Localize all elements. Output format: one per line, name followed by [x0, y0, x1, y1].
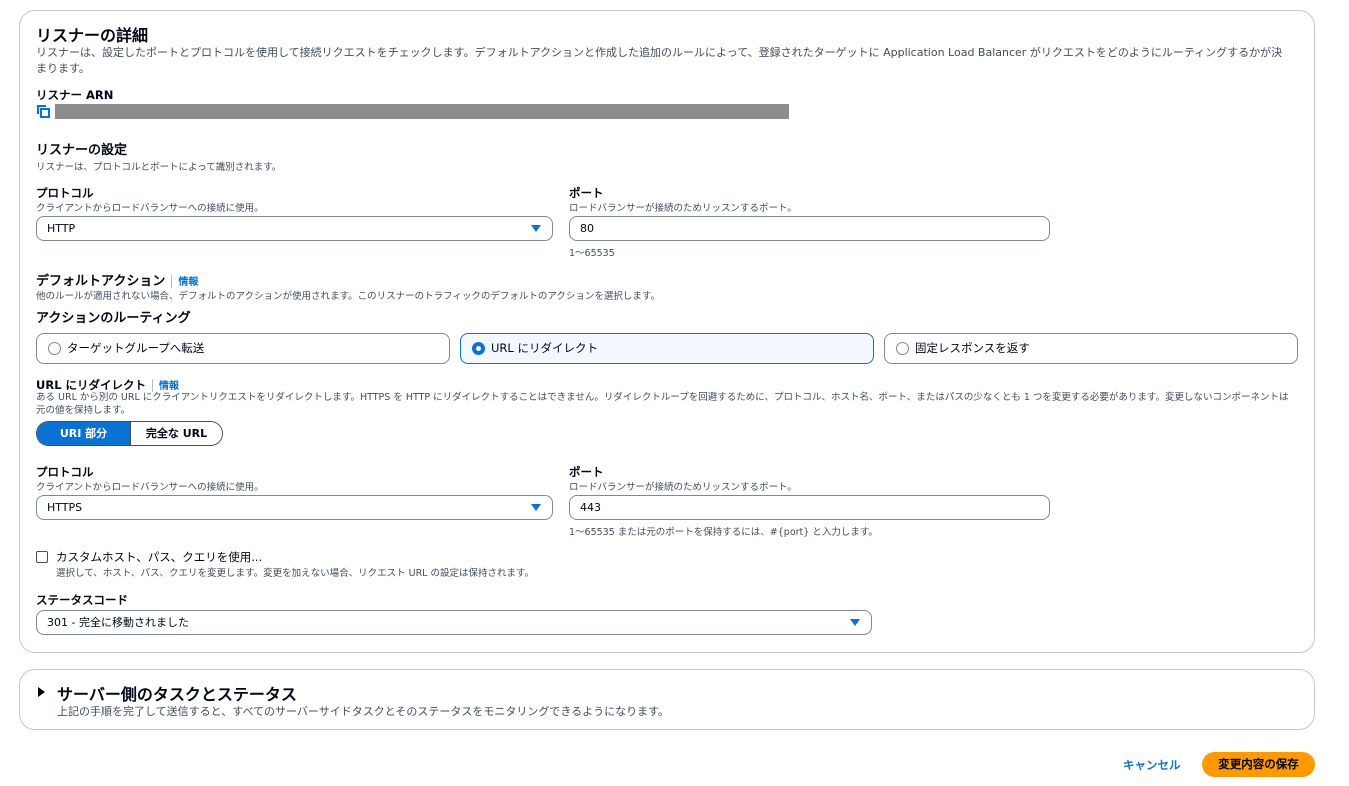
default-action-description: 他のルールが適用されない場合、デフォルトのアクションが使用されます。このリスナー…: [36, 291, 660, 302]
option-redirect-url[interactable]: URL にリダイレクト: [460, 333, 874, 364]
custom-host-path-query-label[interactable]: カスタムホスト、パス、クエリを使用...: [56, 549, 262, 565]
listener-settings-description: リスナーは、プロトコルとポートによって識別されます。: [36, 162, 282, 173]
expand-caret-icon[interactable]: [38, 687, 45, 697]
redirect-port-input[interactable]: 443: [569, 495, 1050, 520]
redirect-mode-segmented-control: URI 部分 完全な URL: [36, 421, 223, 446]
port-description: ロードバランサーが接続のためリッスンするポート。: [569, 203, 797, 214]
redirect-port-hint: 1〜65535 または元のポートを保持するには、#{port} と入力します。: [569, 527, 878, 538]
description-line-1: リスナーは、設定したポートとプロトコルを使用して接続リクエストをチェックします。…: [36, 46, 1283, 59]
listener-arn-label: リスナー ARN: [36, 88, 114, 102]
custom-host-path-query-checkbox[interactable]: [36, 551, 48, 563]
redirect-protocol-description: クライアントからロードバランサーへの接続に使用。: [36, 482, 264, 493]
redirect-protocol-label: プロトコル: [36, 465, 94, 479]
redirect-description-line-2: 元の値を保持します。: [36, 405, 131, 416]
default-action-title: デフォルトアクション: [36, 274, 166, 289]
redirect-port-label: ポート: [569, 465, 604, 479]
listener-protocol-select[interactable]: HTTP: [36, 216, 553, 241]
protocol-description: クライアントからロードバランサーへの接続に使用。: [36, 203, 264, 214]
port-hint: 1〜65535: [569, 248, 615, 259]
option-forward-target-group[interactable]: ターゲットグループへ転送: [36, 333, 450, 364]
copy-icon[interactable]: [37, 105, 50, 118]
option-fixed-response[interactable]: 固定レスポンスを返す: [884, 333, 1298, 364]
caret-down-icon: [531, 225, 541, 232]
radio-icon: [896, 342, 909, 355]
listener-settings-title: リスナーの設定: [36, 143, 128, 158]
server-tasks-title[interactable]: サーバー側のタスクとステータス: [57, 681, 297, 705]
listener-port-input[interactable]: 80: [569, 216, 1050, 241]
radio-icon: [48, 342, 61, 355]
listener-details-description: リスナーは、設定したポートとプロトコルを使用して接続リクエストをチェックします。…: [36, 45, 1296, 77]
caret-down-icon: [531, 504, 541, 511]
default-action-info-link[interactable]: 情報: [178, 277, 198, 288]
redirect-description: ある URL から別の URL にクライアントリクエストをリダイレクトします。H…: [36, 391, 1298, 417]
cancel-button[interactable]: キャンセル: [1123, 757, 1181, 773]
routing-label: アクションのルーティング: [36, 311, 191, 326]
redirect-title: URL にリダイレクト: [36, 378, 147, 392]
redirect-protocol-select[interactable]: HTTPS: [36, 495, 553, 520]
option-label: URL にリダイレクト: [491, 341, 598, 355]
status-code-value: 301 - 完全に移動されました: [47, 616, 189, 629]
redirect-protocol-value: HTTPS: [47, 501, 83, 514]
save-changes-button[interactable]: 変更内容の保存: [1202, 752, 1315, 777]
description-line-2: まります。: [36, 62, 90, 75]
listener-arn-redacted: [55, 104, 789, 119]
port-label: ポート: [569, 186, 604, 200]
default-action-header: デフォルトアクション 情報: [36, 270, 198, 289]
protocol-label: プロトコル: [36, 186, 94, 200]
option-label: ターゲットグループへ転送: [67, 341, 205, 355]
custom-host-path-query-description: 選択して、ホスト、パス、クエリを変更します。変更を加えない場合、リクエスト UR…: [56, 568, 535, 579]
status-code-label: ステータスコード: [36, 593, 128, 607]
option-label: 固定レスポンスを返す: [915, 341, 1030, 355]
listener-details-title: リスナーの詳細: [36, 26, 149, 45]
caret-down-icon: [850, 619, 860, 626]
segment-uri-parts[interactable]: URI 部分: [37, 422, 130, 445]
listener-protocol-value: HTTP: [47, 222, 76, 235]
redirect-port-description: ロードバランサーが接続のためリッスンするポート。: [569, 482, 797, 493]
status-code-select[interactable]: 301 - 完全に移動されました: [36, 610, 872, 635]
segment-full-url[interactable]: 完全な URL: [130, 422, 222, 445]
radio-selected-icon: [472, 342, 485, 355]
redirect-description-line-1: ある URL から別の URL にクライアントリクエストをリダイレクトします。H…: [36, 392, 1289, 403]
server-tasks-description: 上記の手順を完了して送信すると、すべてのサーバーサイドタスクとそのステータスをモ…: [57, 705, 670, 718]
